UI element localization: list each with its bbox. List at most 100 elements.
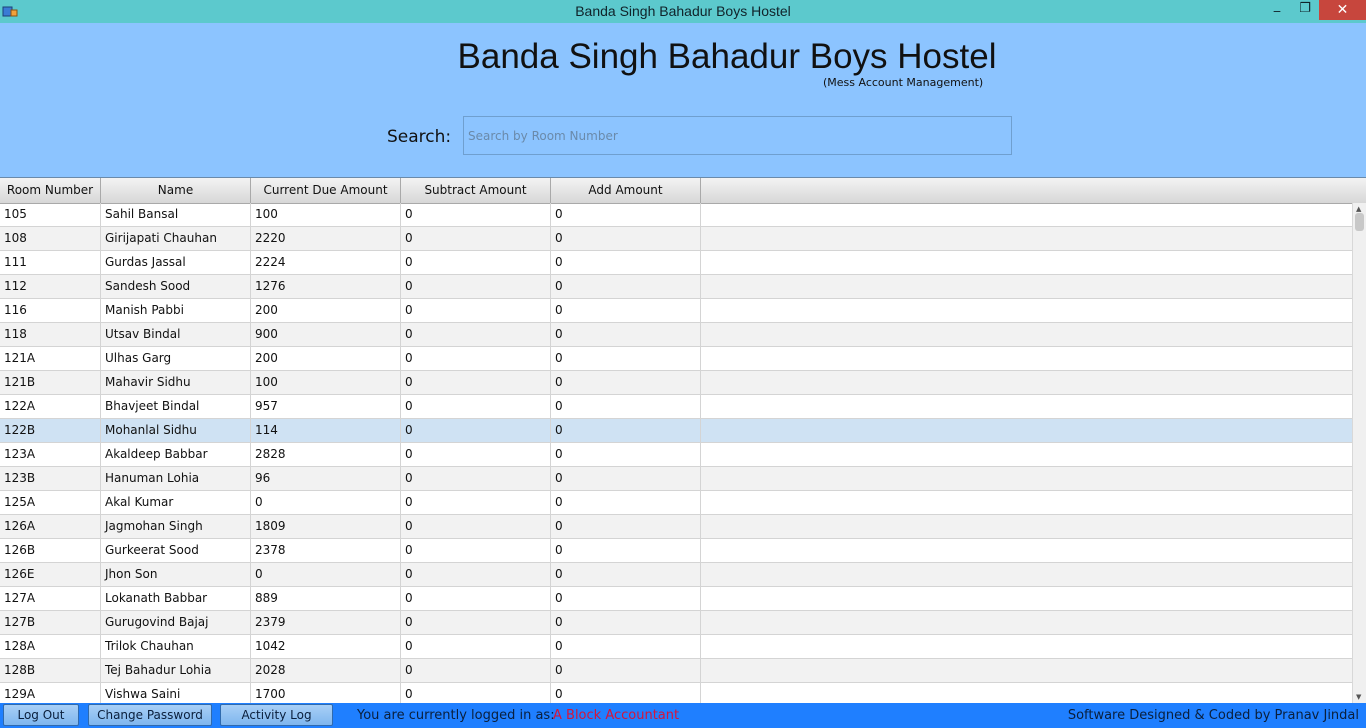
subtract-amount-cell[interactable]: 0 [401, 251, 551, 274]
add-amount-cell[interactable]: 0 [551, 635, 701, 658]
current-due-amount-cell[interactable]: 1276 [251, 275, 401, 298]
subtract-amount-cell[interactable]: 0 [401, 587, 551, 610]
current-due-amount-cell[interactable]: 1809 [251, 515, 401, 538]
table-row[interactable]: 126E Jhon Son 0 0 0 [0, 563, 1352, 587]
close-button[interactable]: ✕ [1319, 0, 1366, 20]
room-number-cell[interactable]: 126B [0, 539, 101, 562]
table-row[interactable]: 128B Tej Bahadur Lohia 2028 0 0 [0, 659, 1352, 683]
table-row[interactable]: 122A Bhavjeet Bindal 957 0 0 [0, 395, 1352, 419]
add-amount-cell[interactable]: 0 [551, 275, 701, 298]
current-due-amount-cell[interactable]: 100 [251, 203, 401, 226]
name-cell[interactable]: Mohanlal Sidhu [101, 419, 251, 442]
subtract-amount-cell[interactable]: 0 [401, 515, 551, 538]
name-cell[interactable]: Sahil Bansal [101, 203, 251, 226]
subtract-amount-cell[interactable]: 0 [401, 611, 551, 634]
table-row[interactable]: 116 Manish Pabbi 200 0 0 [0, 299, 1352, 323]
name-cell[interactable]: Tej Bahadur Lohia [101, 659, 251, 682]
vertical-scrollbar[interactable]: ▲ ▼ [1352, 203, 1366, 703]
room-number-cell[interactable]: 123A [0, 443, 101, 466]
subtract-amount-cell[interactable]: 0 [401, 203, 551, 226]
table-row[interactable]: 105 Sahil Bansal 100 0 0 [0, 203, 1352, 227]
current-due-amount-cell[interactable]: 0 [251, 563, 401, 586]
add-amount-cell[interactable]: 0 [551, 299, 701, 322]
add-amount-cell[interactable]: 0 [551, 419, 701, 442]
name-cell[interactable]: Mahavir Sidhu [101, 371, 251, 394]
add-amount-cell[interactable]: 0 [551, 395, 701, 418]
room-number-cell[interactable]: 127B [0, 611, 101, 634]
subtract-amount-cell[interactable]: 0 [401, 443, 551, 466]
table-row[interactable]: 111 Gurdas Jassal 2224 0 0 [0, 251, 1352, 275]
room-number-cell[interactable]: 129A [0, 683, 101, 703]
table-row[interactable]: 127A Lokanath Babbar 889 0 0 [0, 587, 1352, 611]
name-cell[interactable]: Akaldeep Babbar [101, 443, 251, 466]
table-row[interactable]: 118 Utsav Bindal 900 0 0 [0, 323, 1352, 347]
add-amount-cell[interactable]: 0 [551, 443, 701, 466]
current-due-amount-cell[interactable]: 2379 [251, 611, 401, 634]
change-password-button[interactable]: Change Password [88, 704, 212, 726]
name-cell[interactable]: Trilok Chauhan [101, 635, 251, 658]
current-due-amount-cell[interactable]: 100 [251, 371, 401, 394]
add-amount-cell[interactable]: 0 [551, 371, 701, 394]
room-number-cell[interactable]: 128B [0, 659, 101, 682]
current-due-amount-cell[interactable]: 1042 [251, 635, 401, 658]
room-number-cell[interactable]: 128A [0, 635, 101, 658]
current-due-amount-cell[interactable]: 900 [251, 323, 401, 346]
current-due-amount-cell[interactable]: 889 [251, 587, 401, 610]
maximize-button[interactable]: ❐ [1292, 1, 1318, 21]
column-header-name[interactable]: Name [101, 178, 251, 203]
table-row[interactable]: 123A Akaldeep Babbar 2828 0 0 [0, 443, 1352, 467]
current-due-amount-cell[interactable]: 2220 [251, 227, 401, 250]
name-cell[interactable]: Lokanath Babbar [101, 587, 251, 610]
room-number-cell[interactable]: 122B [0, 419, 101, 442]
add-amount-cell[interactable]: 0 [551, 251, 701, 274]
subtract-amount-cell[interactable]: 0 [401, 491, 551, 514]
name-cell[interactable]: Utsav Bindal [101, 323, 251, 346]
subtract-amount-cell[interactable]: 0 [401, 323, 551, 346]
room-number-cell[interactable]: 112 [0, 275, 101, 298]
subtract-amount-cell[interactable]: 0 [401, 419, 551, 442]
subtract-amount-cell[interactable]: 0 [401, 227, 551, 250]
subtract-amount-cell[interactable]: 0 [401, 635, 551, 658]
name-cell[interactable]: Jhon Son [101, 563, 251, 586]
name-cell[interactable]: Akal Kumar [101, 491, 251, 514]
name-cell[interactable]: Hanuman Lohia [101, 467, 251, 490]
name-cell[interactable]: Ulhas Garg [101, 347, 251, 370]
table-row[interactable]: 129A Vishwa Saini 1700 0 0 [0, 683, 1352, 703]
subtract-amount-cell[interactable]: 0 [401, 467, 551, 490]
room-number-cell[interactable]: 125A [0, 491, 101, 514]
table-row[interactable]: 112 Sandesh Sood 1276 0 0 [0, 275, 1352, 299]
name-cell[interactable]: Bhavjeet Bindal [101, 395, 251, 418]
room-number-cell[interactable]: 105 [0, 203, 101, 226]
add-amount-cell[interactable]: 0 [551, 659, 701, 682]
logout-button[interactable]: Log Out [3, 704, 79, 726]
room-number-cell[interactable]: 121B [0, 371, 101, 394]
current-due-amount-cell[interactable]: 96 [251, 467, 401, 490]
subtract-amount-cell[interactable]: 0 [401, 347, 551, 370]
room-number-cell[interactable]: 121A [0, 347, 101, 370]
name-cell[interactable]: Manish Pabbi [101, 299, 251, 322]
table-row[interactable]: 121A Ulhas Garg 200 0 0 [0, 347, 1352, 371]
room-number-cell[interactable]: 126E [0, 563, 101, 586]
name-cell[interactable]: Vishwa Saini [101, 683, 251, 703]
add-amount-cell[interactable]: 0 [551, 683, 701, 703]
name-cell[interactable]: Gurugovind Bajaj [101, 611, 251, 634]
name-cell[interactable]: Sandesh Sood [101, 275, 251, 298]
subtract-amount-cell[interactable]: 0 [401, 275, 551, 298]
room-number-cell[interactable]: 111 [0, 251, 101, 274]
current-due-amount-cell[interactable]: 2378 [251, 539, 401, 562]
table-row[interactable]: 126B Gurkeerat Sood 2378 0 0 [0, 539, 1352, 563]
add-amount-cell[interactable]: 0 [551, 611, 701, 634]
subtract-amount-cell[interactable]: 0 [401, 563, 551, 586]
add-amount-cell[interactable]: 0 [551, 467, 701, 490]
name-cell[interactable]: Jagmohan Singh [101, 515, 251, 538]
add-amount-cell[interactable]: 0 [551, 203, 701, 226]
add-amount-cell[interactable]: 0 [551, 539, 701, 562]
name-cell[interactable]: Girijapati Chauhan [101, 227, 251, 250]
room-number-cell[interactable]: 108 [0, 227, 101, 250]
current-due-amount-cell[interactable]: 200 [251, 347, 401, 370]
minimize-button[interactable]: _ [1264, 0, 1290, 18]
name-cell[interactable]: Gurdas Jassal [101, 251, 251, 274]
table-row[interactable]: 123B Hanuman Lohia 96 0 0 [0, 467, 1352, 491]
current-due-amount-cell[interactable]: 2224 [251, 251, 401, 274]
current-due-amount-cell[interactable]: 114 [251, 419, 401, 442]
